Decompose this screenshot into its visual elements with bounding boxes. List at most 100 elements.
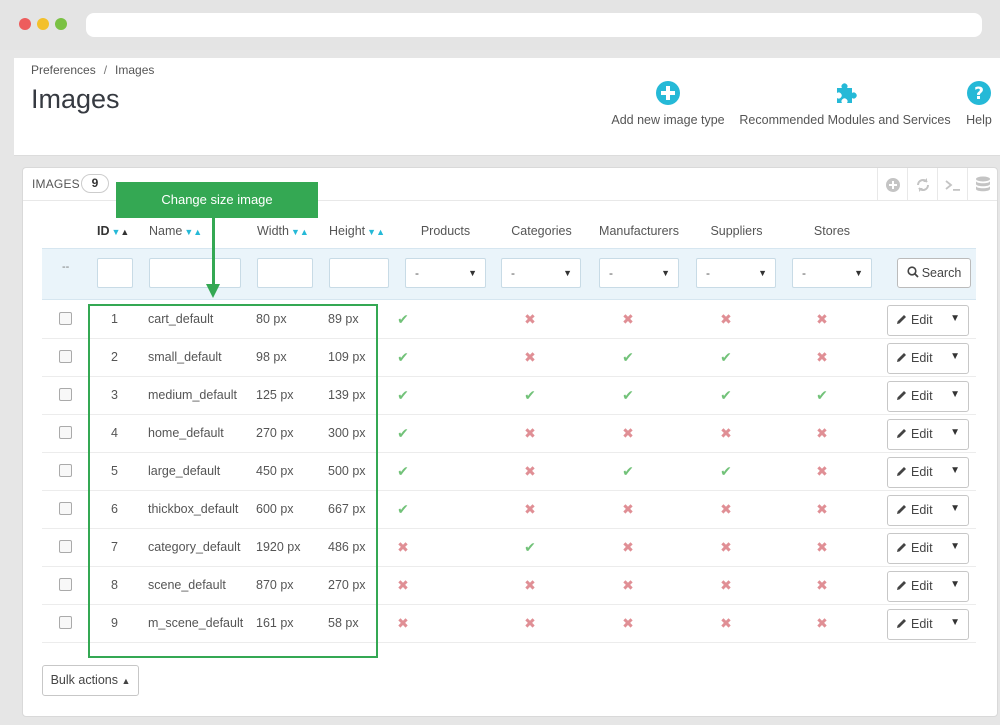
filter-id-input[interactable] bbox=[97, 258, 133, 288]
address-bar[interactable] bbox=[86, 13, 982, 37]
cross-icon[interactable]: ✖ bbox=[520, 349, 540, 366]
cross-icon[interactable]: ✖ bbox=[812, 577, 832, 594]
check-icon[interactable]: ✔ bbox=[716, 387, 736, 404]
row-checkbox[interactable] bbox=[59, 388, 72, 401]
cross-icon[interactable]: ✖ bbox=[520, 615, 540, 632]
window-maximize-button[interactable] bbox=[55, 18, 67, 30]
cross-icon[interactable]: ✖ bbox=[716, 577, 736, 594]
edit-button[interactable]: Edit ▼ bbox=[887, 571, 969, 602]
cross-icon[interactable]: ✖ bbox=[716, 539, 736, 556]
sort-desc-icon[interactable]: ▼ bbox=[367, 227, 376, 237]
window-close-button[interactable] bbox=[19, 18, 31, 30]
caret-down-icon[interactable]: ▼ bbox=[950, 351, 960, 362]
window-minimize-button[interactable] bbox=[37, 18, 49, 30]
filter-suppliers-select[interactable]: - ▼ bbox=[696, 258, 776, 288]
breadcrumb-parent[interactable]: Preferences bbox=[31, 63, 96, 77]
check-icon[interactable]: ✔ bbox=[716, 349, 736, 366]
cross-icon[interactable]: ✖ bbox=[618, 615, 638, 632]
sort-desc-icon[interactable]: ▼ bbox=[184, 227, 193, 237]
row-checkbox[interactable] bbox=[59, 540, 72, 553]
sort-asc-icon[interactable]: ▲ bbox=[300, 227, 309, 237]
edit-button[interactable]: Edit ▼ bbox=[887, 305, 969, 336]
bulk-actions-button[interactable]: Bulk actions ▲ bbox=[42, 665, 139, 696]
caret-down-icon[interactable]: ▼ bbox=[950, 313, 960, 324]
add-new-tool[interactable] bbox=[877, 168, 907, 201]
row-checkbox[interactable] bbox=[59, 464, 72, 477]
check-icon[interactable]: ✔ bbox=[520, 387, 540, 404]
edit-button[interactable]: Edit ▼ bbox=[887, 419, 969, 450]
help-button[interactable]: ? Help bbox=[962, 80, 996, 127]
check-icon[interactable]: ✔ bbox=[393, 463, 413, 480]
filter-stores-select[interactable]: - ▼ bbox=[792, 258, 872, 288]
cross-icon[interactable]: ✖ bbox=[393, 615, 413, 632]
export-tool[interactable] bbox=[967, 168, 997, 201]
check-icon[interactable]: ✔ bbox=[393, 311, 413, 328]
cross-icon[interactable]: ✖ bbox=[520, 311, 540, 328]
cross-icon[interactable]: ✖ bbox=[716, 615, 736, 632]
edit-button[interactable]: Edit ▼ bbox=[887, 495, 969, 526]
caret-down-icon[interactable]: ▼ bbox=[950, 389, 960, 400]
add-new-image-type-button[interactable]: Add new image type bbox=[610, 80, 726, 127]
check-icon[interactable]: ✔ bbox=[618, 463, 638, 480]
recommended-modules-button[interactable]: Recommended Modules and Services bbox=[738, 80, 952, 127]
refresh-tool[interactable] bbox=[907, 168, 937, 201]
caret-down-icon[interactable]: ▼ bbox=[950, 427, 960, 438]
cross-icon[interactable]: ✖ bbox=[812, 425, 832, 442]
edit-button[interactable]: Edit ▼ bbox=[887, 343, 969, 374]
row-checkbox[interactable] bbox=[59, 350, 72, 363]
sort-asc-icon[interactable]: ▲ bbox=[193, 227, 202, 237]
sort-asc-icon[interactable]: ▲ bbox=[376, 227, 385, 237]
edit-button[interactable]: Edit ▼ bbox=[887, 533, 969, 564]
cross-icon[interactable]: ✖ bbox=[812, 463, 832, 480]
cross-icon[interactable]: ✖ bbox=[812, 615, 832, 632]
filter-height-input[interactable] bbox=[329, 258, 389, 288]
check-icon[interactable]: ✔ bbox=[393, 349, 413, 366]
cross-icon[interactable]: ✖ bbox=[520, 501, 540, 518]
cross-icon[interactable]: ✖ bbox=[520, 463, 540, 480]
cross-icon[interactable]: ✖ bbox=[812, 501, 832, 518]
caret-down-icon[interactable]: ▼ bbox=[950, 617, 960, 628]
row-checkbox[interactable] bbox=[59, 426, 72, 439]
cross-icon[interactable]: ✖ bbox=[716, 425, 736, 442]
check-icon[interactable]: ✔ bbox=[812, 387, 832, 404]
cross-icon[interactable]: ✖ bbox=[618, 311, 638, 328]
filter-name-input[interactable] bbox=[149, 258, 241, 288]
sort-desc-icon[interactable]: ▼ bbox=[291, 227, 300, 237]
row-checkbox[interactable] bbox=[59, 502, 72, 515]
edit-button[interactable]: Edit ▼ bbox=[887, 381, 969, 412]
cross-icon[interactable]: ✖ bbox=[393, 539, 413, 556]
cross-icon[interactable]: ✖ bbox=[716, 311, 736, 328]
edit-button[interactable]: Edit ▼ bbox=[887, 457, 969, 488]
cross-icon[interactable]: ✖ bbox=[618, 577, 638, 594]
check-icon[interactable]: ✔ bbox=[393, 387, 413, 404]
cross-icon[interactable]: ✖ bbox=[520, 425, 540, 442]
cross-icon[interactable]: ✖ bbox=[812, 311, 832, 328]
sql-query-tool[interactable] bbox=[937, 168, 967, 201]
cross-icon[interactable]: ✖ bbox=[812, 349, 832, 366]
cross-icon[interactable]: ✖ bbox=[393, 577, 413, 594]
caret-down-icon[interactable]: ▼ bbox=[950, 465, 960, 476]
cross-icon[interactable]: ✖ bbox=[618, 425, 638, 442]
filter-categories-select[interactable]: - ▼ bbox=[501, 258, 581, 288]
cross-icon[interactable]: ✖ bbox=[618, 501, 638, 518]
edit-button[interactable]: Edit ▼ bbox=[887, 609, 969, 640]
cross-icon[interactable]: ✖ bbox=[618, 539, 638, 556]
caret-down-icon[interactable]: ▼ bbox=[950, 503, 960, 514]
check-icon[interactable]: ✔ bbox=[520, 539, 540, 556]
check-icon[interactable]: ✔ bbox=[618, 387, 638, 404]
check-icon[interactable]: ✔ bbox=[393, 501, 413, 518]
cross-icon[interactable]: ✖ bbox=[716, 501, 736, 518]
search-button[interactable]: Search bbox=[897, 258, 971, 288]
sort-asc-icon[interactable]: ▲ bbox=[120, 227, 129, 237]
caret-down-icon[interactable]: ▼ bbox=[950, 579, 960, 590]
filter-manufacturers-select[interactable]: - ▼ bbox=[599, 258, 679, 288]
caret-down-icon[interactable]: ▼ bbox=[950, 541, 960, 552]
row-checkbox[interactable] bbox=[59, 312, 72, 325]
check-icon[interactable]: ✔ bbox=[716, 463, 736, 480]
row-checkbox[interactable] bbox=[59, 616, 72, 629]
check-icon[interactable]: ✔ bbox=[618, 349, 638, 366]
row-checkbox[interactable] bbox=[59, 578, 72, 591]
cross-icon[interactable]: ✖ bbox=[812, 539, 832, 556]
check-icon[interactable]: ✔ bbox=[393, 425, 413, 442]
cross-icon[interactable]: ✖ bbox=[520, 577, 540, 594]
